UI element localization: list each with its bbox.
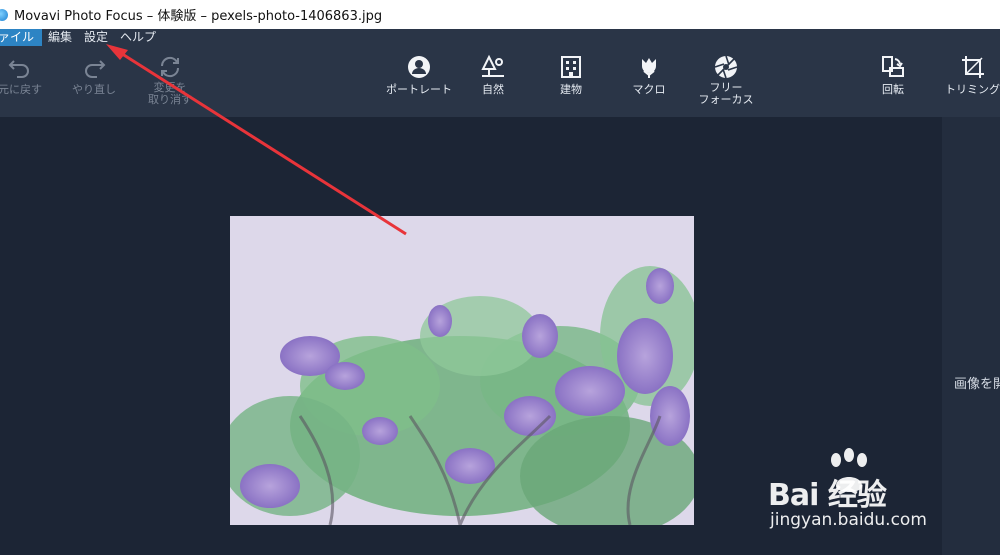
crop-button[interactable]: トリミング bbox=[938, 46, 1000, 117]
portrait-label: ポートレート bbox=[386, 83, 452, 96]
aperture-icon bbox=[714, 55, 738, 79]
redo-icon bbox=[85, 60, 106, 78]
reset-icon bbox=[160, 56, 180, 78]
building-icon bbox=[561, 56, 581, 78]
redo-button[interactable]: やり直し bbox=[62, 46, 126, 117]
undo-label: 元に戻す bbox=[0, 83, 42, 96]
menu-file[interactable]: ァイル bbox=[0, 29, 43, 46]
menu-bar: ァイル 編集 設定 ヘルプ bbox=[0, 29, 1000, 46]
title-bar: Movavi Photo Focus – 体験版 – pexels-photo-… bbox=[0, 0, 1000, 29]
nature-icon bbox=[481, 54, 504, 77]
redo-label: やり直し bbox=[72, 83, 116, 96]
flowering-tree-image bbox=[230, 216, 694, 525]
portrait-mode-button[interactable]: ポートレート bbox=[380, 46, 458, 117]
rotate-icon bbox=[882, 56, 904, 77]
macro-mode-button[interactable]: マクロ bbox=[622, 46, 676, 117]
free-focus-mode-button[interactable]: フリー フォーカス bbox=[690, 46, 762, 117]
portrait-icon bbox=[408, 56, 430, 78]
crop-icon bbox=[962, 56, 984, 78]
building-mode-button[interactable]: 建物 bbox=[544, 46, 598, 117]
macro-icon bbox=[642, 58, 656, 78]
window-title: Movavi Photo Focus – 体験版 – pexels-photo-… bbox=[14, 9, 383, 24]
watermark-url: jingyan.baidu.com bbox=[770, 510, 927, 530]
reset-label: 変更を 取り消す bbox=[148, 82, 192, 106]
undo-button[interactable]: 元に戻す bbox=[0, 46, 52, 117]
reset-button[interactable]: 変更を 取り消す bbox=[138, 46, 202, 117]
macro-label: マクロ bbox=[632, 83, 666, 96]
photo-preview[interactable] bbox=[230, 216, 694, 525]
app-icon bbox=[0, 8, 8, 21]
crop-label: トリミング bbox=[945, 83, 1000, 96]
reset-label-line2: 取り消す bbox=[148, 93, 192, 106]
menu-settings[interactable]: 設定 bbox=[78, 29, 114, 46]
free-focus-label-line2: フォーカス bbox=[698, 93, 754, 106]
open-image-hint: 画像を開 bbox=[954, 377, 1000, 392]
watermark-brand: Bai 经验 bbox=[768, 478, 887, 513]
rotate-label: 回転 bbox=[882, 83, 904, 96]
nature-label: 自然 bbox=[482, 83, 504, 96]
building-label: 建物 bbox=[560, 83, 582, 96]
nature-mode-button[interactable]: 自然 bbox=[466, 46, 520, 117]
toolbar: 元に戻す やり直し 変更を 取り消す ポートレート 自然 建物 マクロ フリー … bbox=[0, 46, 1000, 117]
rotate-button[interactable]: 回転 bbox=[866, 46, 920, 117]
watermark: Bai 经验 jingyan.baidu.com bbox=[768, 448, 1000, 538]
menu-edit[interactable]: 編集 bbox=[42, 29, 78, 46]
undo-icon bbox=[8, 60, 29, 78]
free-focus-label: フリー フォーカス bbox=[699, 82, 754, 106]
menu-help[interactable]: ヘルプ bbox=[114, 29, 162, 46]
